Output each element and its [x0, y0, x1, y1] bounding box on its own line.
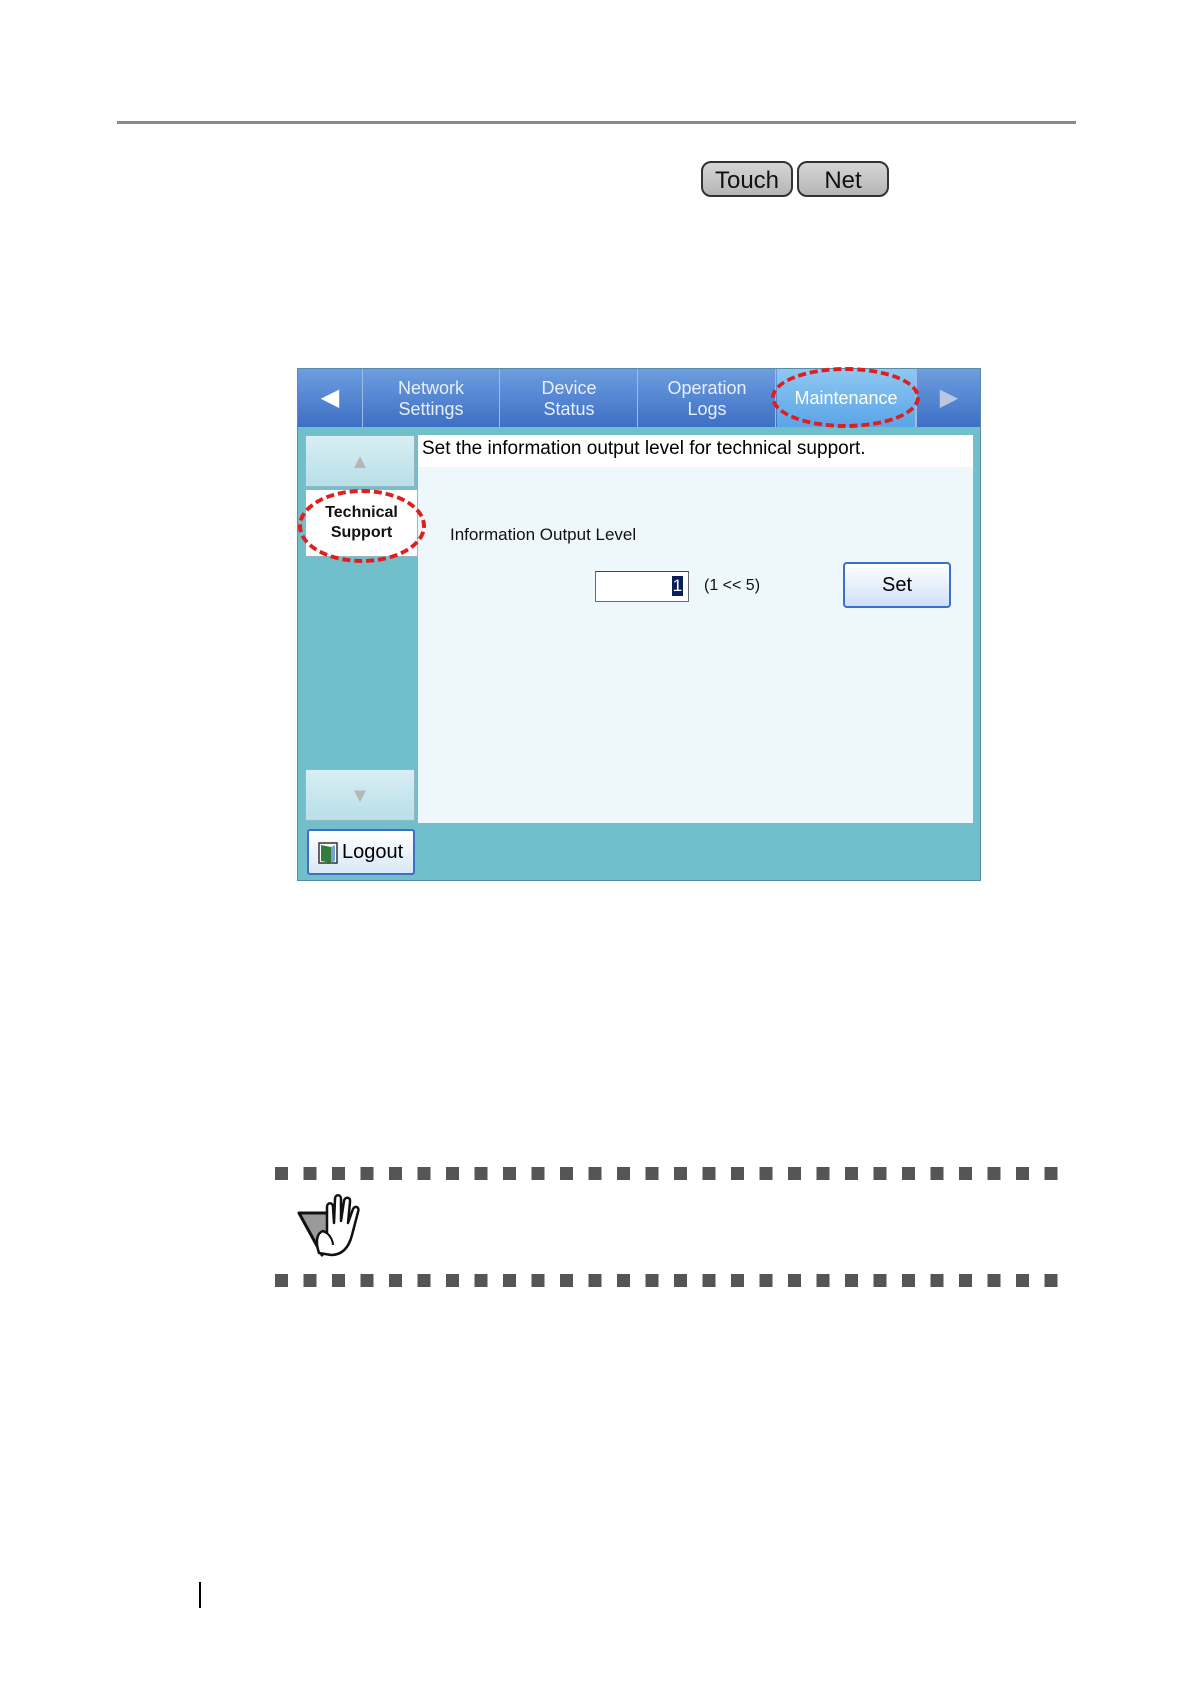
stop-hand-icon [297, 1194, 360, 1257]
sidebar-item-technical-support[interactable]: Technical Support [305, 489, 418, 557]
level-range-hint: (1 << 5) [704, 577, 761, 594]
sidebar-scroll-down-button[interactable]: ▼ [305, 769, 415, 821]
set-button[interactable]: Set [843, 562, 951, 608]
tab-label: Maintenance [794, 388, 898, 408]
net-badge: Net [797, 161, 889, 197]
header-rule [117, 121, 1076, 124]
content-description: Set the information output level for tec… [418, 435, 973, 467]
information-output-level-input[interactable] [595, 571, 689, 602]
sidebar-item-label-line-1: Technical [325, 504, 398, 521]
tab-network-settings[interactable]: Network Settings [363, 369, 500, 427]
tab-bar: ◀ Network Settings Device Status Operati… [298, 369, 980, 427]
sidebar-item-label-line-2: Support [330, 524, 393, 541]
caution-divider-bottom [275, 1274, 1063, 1287]
tab-label-line-2: Status [543, 399, 595, 419]
tab-label-line-2: Logs [687, 399, 727, 419]
tab-label-line-1: Operation [667, 378, 747, 398]
touch-panel-screen: ◀ Network Settings Device Status Operati… [297, 368, 981, 881]
logout-button[interactable]: Logout [307, 829, 415, 875]
door-icon [318, 842, 338, 864]
tab-device-status[interactable]: Device Status [501, 369, 638, 427]
tab-scroll-right-button[interactable]: ▶ [916, 369, 980, 427]
information-output-level-label: Information Output Level [450, 525, 637, 544]
page-margin-bar [199, 1582, 201, 1608]
tab-label-line-1: Network [397, 378, 464, 398]
tab-label-line-1: Device [541, 378, 597, 398]
right-arrow-icon: ▶ [939, 384, 959, 411]
settings-content: Set the information output level for tec… [418, 435, 973, 823]
sidebar-scroll-up-button[interactable]: ▲ [305, 435, 415, 487]
left-arrow-icon: ◀ [320, 384, 340, 411]
logout-label: Logout [342, 841, 404, 863]
caution-divider-top [275, 1167, 1063, 1180]
touch-badge: Touch [701, 161, 793, 197]
tab-label-line-2: Settings [398, 399, 464, 419]
up-arrow-icon: ▲ [350, 451, 370, 473]
down-arrow-icon: ▼ [350, 785, 370, 807]
tab-scroll-left-button[interactable]: ◀ [298, 369, 363, 427]
tab-operation-logs[interactable]: Operation Logs [639, 369, 776, 427]
tab-maintenance[interactable]: Maintenance [777, 369, 916, 427]
